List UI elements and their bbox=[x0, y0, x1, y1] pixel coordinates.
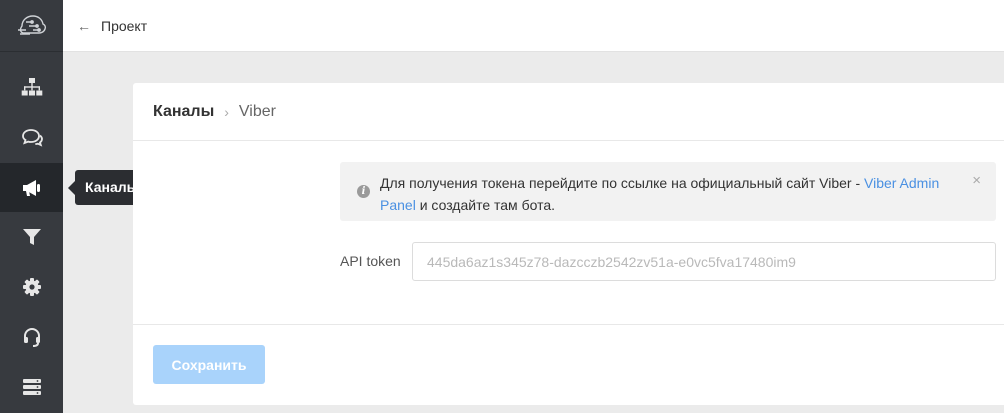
sidebar-item-settings[interactable] bbox=[0, 262, 63, 311]
arrow-left-icon[interactable]: ← bbox=[77, 18, 91, 34]
api-token-label: API token bbox=[340, 253, 401, 269]
info-alert: i Для получения токена перейдите по ссыл… bbox=[340, 162, 996, 221]
sidebar-item-filters[interactable] bbox=[0, 212, 63, 261]
back-to-project-link[interactable]: Проект bbox=[101, 18, 147, 34]
info-icon: i bbox=[357, 185, 370, 198]
brain-circuit-logo[interactable] bbox=[0, 0, 63, 52]
sitemap-icon bbox=[21, 77, 42, 95]
megaphone-icon bbox=[22, 179, 40, 196]
gear-icon bbox=[22, 277, 41, 296]
sidebar-item-support[interactable] bbox=[0, 312, 63, 361]
headset-icon bbox=[23, 327, 40, 347]
breadcrumb: Каналы › Viber bbox=[133, 83, 1004, 141]
topbar: ← Проект bbox=[63, 0, 1004, 52]
breadcrumb-channels[interactable]: Каналы bbox=[153, 103, 214, 121]
sidebar-item-chats[interactable] bbox=[0, 112, 63, 161]
sidebar-item-channels[interactable] bbox=[0, 163, 63, 212]
sidebar-item-storage[interactable] bbox=[0, 362, 63, 411]
close-icon[interactable]: × bbox=[972, 170, 981, 192]
save-button[interactable]: Сохранить bbox=[153, 345, 265, 384]
chat-bubbles-icon bbox=[21, 128, 43, 147]
channel-settings-card: Каналы › Viber i Для получения токена пе… bbox=[133, 83, 1004, 405]
sidebar bbox=[0, 0, 63, 413]
sidebar-item-structure[interactable] bbox=[0, 62, 63, 111]
filter-icon bbox=[22, 228, 41, 245]
alert-text-before: Для получения токена перейдите по ссылке… bbox=[380, 175, 864, 191]
breadcrumb-current: Viber bbox=[238, 102, 276, 120]
chevron-right-icon: › bbox=[224, 103, 229, 120]
divider bbox=[133, 324, 1004, 325]
api-token-input[interactable] bbox=[412, 242, 996, 281]
server-icon bbox=[22, 378, 41, 395]
alert-text-after: и создайте там бота. bbox=[415, 197, 555, 213]
